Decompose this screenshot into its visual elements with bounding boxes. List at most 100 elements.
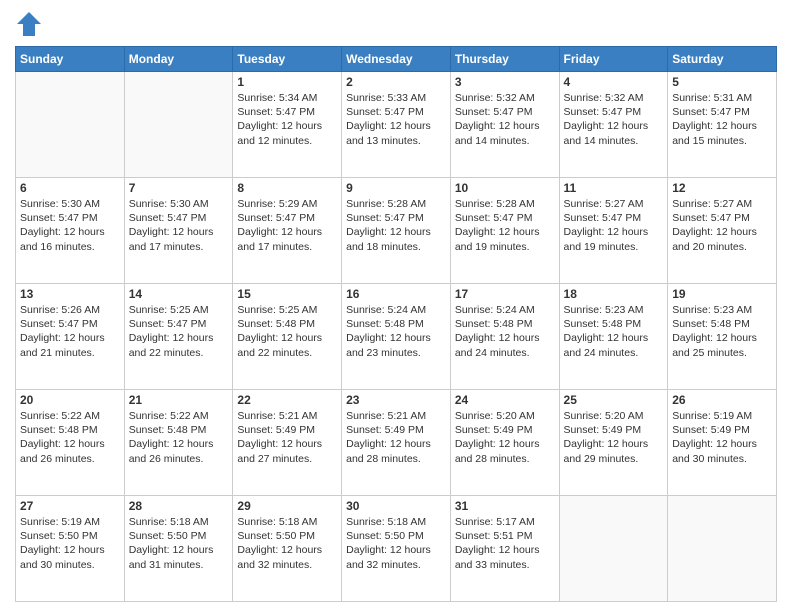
day-number: 27	[20, 499, 120, 513]
day-number: 21	[129, 393, 229, 407]
day-cell: 20 Sunrise: 5:22 AMSunset: 5:48 PMDayligh…	[16, 390, 125, 496]
day-number: 11	[564, 181, 664, 195]
day-cell: 17 Sunrise: 5:24 AMSunset: 5:48 PMDayligh…	[450, 284, 559, 390]
day-info: Sunrise: 5:32 AMSunset: 5:47 PMDaylight:…	[564, 91, 664, 148]
day-number: 1	[237, 75, 337, 89]
day-info: Sunrise: 5:18 AMSunset: 5:50 PMDaylight:…	[237, 515, 337, 572]
day-number: 30	[346, 499, 446, 513]
day-info: Sunrise: 5:30 AMSunset: 5:47 PMDaylight:…	[20, 197, 120, 254]
day-cell	[124, 72, 233, 178]
day-info: Sunrise: 5:29 AMSunset: 5:47 PMDaylight:…	[237, 197, 337, 254]
day-number: 15	[237, 287, 337, 301]
day-cell: 26 Sunrise: 5:19 AMSunset: 5:49 PMDayligh…	[668, 390, 777, 496]
day-info: Sunrise: 5:19 AMSunset: 5:50 PMDaylight:…	[20, 515, 120, 572]
logo	[15, 10, 47, 38]
week-row-0: 1 Sunrise: 5:34 AMSunset: 5:47 PMDaylight…	[16, 72, 777, 178]
day-info: Sunrise: 5:28 AMSunset: 5:47 PMDaylight:…	[346, 197, 446, 254]
day-number: 4	[564, 75, 664, 89]
week-row-3: 20 Sunrise: 5:22 AMSunset: 5:48 PMDayligh…	[16, 390, 777, 496]
day-cell: 7 Sunrise: 5:30 AMSunset: 5:47 PMDaylight…	[124, 178, 233, 284]
day-cell: 15 Sunrise: 5:25 AMSunset: 5:48 PMDayligh…	[233, 284, 342, 390]
day-cell: 21 Sunrise: 5:22 AMSunset: 5:48 PMDayligh…	[124, 390, 233, 496]
day-cell: 25Sunrise: 5:20 AMSunset: 5:49 PMDayligh…	[559, 390, 668, 496]
day-info: Sunrise: 5:23 AMSunset: 5:48 PMDaylight:…	[564, 303, 664, 360]
week-row-2: 13 Sunrise: 5:26 AMSunset: 5:47 PMDayligh…	[16, 284, 777, 390]
day-number: 17	[455, 287, 555, 301]
page: SundayMondayTuesdayWednesdayThursdayFrid…	[0, 0, 792, 612]
day-info: Sunrise: 5:26 AMSunset: 5:47 PMDaylight:…	[20, 303, 120, 360]
day-number: 3	[455, 75, 555, 89]
day-info: Sunrise: 5:28 AMSunset: 5:47 PMDaylight:…	[455, 197, 555, 254]
logo-icon	[15, 10, 43, 38]
day-number: 7	[129, 181, 229, 195]
day-number: 28	[129, 499, 229, 513]
day-info: Sunrise: 5:21 AMSunset: 5:49 PMDaylight:…	[237, 409, 337, 466]
header	[15, 10, 777, 38]
header-row: SundayMondayTuesdayWednesdayThursdayFrid…	[16, 47, 777, 72]
day-number: 18	[564, 287, 664, 301]
day-cell: 14Sunrise: 5:25 AMSunset: 5:47 PMDayligh…	[124, 284, 233, 390]
day-cell: 19 Sunrise: 5:23 AMSunset: 5:48 PMDayligh…	[668, 284, 777, 390]
day-cell: 18 Sunrise: 5:23 AMSunset: 5:48 PMDayligh…	[559, 284, 668, 390]
header-cell-monday: Monday	[124, 47, 233, 72]
day-number: 19	[672, 287, 772, 301]
day-info: Sunrise: 5:22 AMSunset: 5:48 PMDaylight:…	[20, 409, 120, 466]
day-number: 20	[20, 393, 120, 407]
day-cell: 24 Sunrise: 5:20 AMSunset: 5:49 PMDayligh…	[450, 390, 559, 496]
day-info: Sunrise: 5:32 AMSunset: 5:47 PMDaylight:…	[455, 91, 555, 148]
day-number: 13	[20, 287, 120, 301]
day-cell: 31Sunrise: 5:17 AMSunset: 5:51 PMDayligh…	[450, 496, 559, 602]
day-number: 14	[129, 287, 229, 301]
day-info: Sunrise: 5:19 AMSunset: 5:49 PMDaylight:…	[672, 409, 772, 466]
day-info: Sunrise: 5:25 AMSunset: 5:48 PMDaylight:…	[237, 303, 337, 360]
day-number: 12	[672, 181, 772, 195]
day-number: 10	[455, 181, 555, 195]
day-cell: 13 Sunrise: 5:26 AMSunset: 5:47 PMDayligh…	[16, 284, 125, 390]
day-cell: 27 Sunrise: 5:19 AMSunset: 5:50 PMDayligh…	[16, 496, 125, 602]
day-info: Sunrise: 5:18 AMSunset: 5:50 PMDaylight:…	[346, 515, 446, 572]
week-row-1: 6Sunrise: 5:30 AMSunset: 5:47 PMDaylight…	[16, 178, 777, 284]
day-info: Sunrise: 5:22 AMSunset: 5:48 PMDaylight:…	[129, 409, 229, 466]
day-cell: 9Sunrise: 5:28 AMSunset: 5:47 PMDaylight…	[342, 178, 451, 284]
day-number: 22	[237, 393, 337, 407]
day-number: 24	[455, 393, 555, 407]
day-cell: 10 Sunrise: 5:28 AMSunset: 5:47 PMDayligh…	[450, 178, 559, 284]
day-number: 2	[346, 75, 446, 89]
day-cell: 2Sunrise: 5:33 AMSunset: 5:47 PMDaylight…	[342, 72, 451, 178]
day-number: 29	[237, 499, 337, 513]
day-number: 16	[346, 287, 446, 301]
day-info: Sunrise: 5:20 AMSunset: 5:49 PMDaylight:…	[455, 409, 555, 466]
day-cell: 23 Sunrise: 5:21 AMSunset: 5:49 PMDayligh…	[342, 390, 451, 496]
header-cell-thursday: Thursday	[450, 47, 559, 72]
calendar-table: SundayMondayTuesdayWednesdayThursdayFrid…	[15, 46, 777, 602]
day-cell: 5Sunrise: 5:31 AMSunset: 5:47 PMDaylight…	[668, 72, 777, 178]
day-info: Sunrise: 5:34 AMSunset: 5:47 PMDaylight:…	[237, 91, 337, 148]
day-number: 26	[672, 393, 772, 407]
day-info: Sunrise: 5:17 AMSunset: 5:51 PMDaylight:…	[455, 515, 555, 572]
day-cell: 3 Sunrise: 5:32 AMSunset: 5:47 PMDaylight…	[450, 72, 559, 178]
day-cell: 1 Sunrise: 5:34 AMSunset: 5:47 PMDaylight…	[233, 72, 342, 178]
day-info: Sunrise: 5:23 AMSunset: 5:48 PMDaylight:…	[672, 303, 772, 360]
day-cell: 12Sunrise: 5:27 AMSunset: 5:47 PMDayligh…	[668, 178, 777, 284]
day-number: 8	[237, 181, 337, 195]
day-cell	[559, 496, 668, 602]
day-info: Sunrise: 5:24 AMSunset: 5:48 PMDaylight:…	[346, 303, 446, 360]
day-cell: 4 Sunrise: 5:32 AMSunset: 5:47 PMDaylight…	[559, 72, 668, 178]
day-cell	[668, 496, 777, 602]
day-info: Sunrise: 5:20 AMSunset: 5:49 PMDaylight:…	[564, 409, 664, 466]
day-info: Sunrise: 5:21 AMSunset: 5:49 PMDaylight:…	[346, 409, 446, 466]
header-cell-sunday: Sunday	[16, 47, 125, 72]
day-info: Sunrise: 5:30 AMSunset: 5:47 PMDaylight:…	[129, 197, 229, 254]
header-cell-saturday: Saturday	[668, 47, 777, 72]
day-cell: 30 Sunrise: 5:18 AMSunset: 5:50 PMDayligh…	[342, 496, 451, 602]
day-number: 23	[346, 393, 446, 407]
day-info: Sunrise: 5:31 AMSunset: 5:47 PMDaylight:…	[672, 91, 772, 148]
day-cell: 6Sunrise: 5:30 AMSunset: 5:47 PMDaylight…	[16, 178, 125, 284]
day-cell: 28 Sunrise: 5:18 AMSunset: 5:50 PMDayligh…	[124, 496, 233, 602]
header-cell-friday: Friday	[559, 47, 668, 72]
day-cell: 22 Sunrise: 5:21 AMSunset: 5:49 PMDayligh…	[233, 390, 342, 496]
day-cell: 11Sunrise: 5:27 AMSunset: 5:47 PMDayligh…	[559, 178, 668, 284]
day-info: Sunrise: 5:24 AMSunset: 5:48 PMDaylight:…	[455, 303, 555, 360]
day-cell: 16 Sunrise: 5:24 AMSunset: 5:48 PMDayligh…	[342, 284, 451, 390]
day-info: Sunrise: 5:18 AMSunset: 5:50 PMDaylight:…	[129, 515, 229, 572]
